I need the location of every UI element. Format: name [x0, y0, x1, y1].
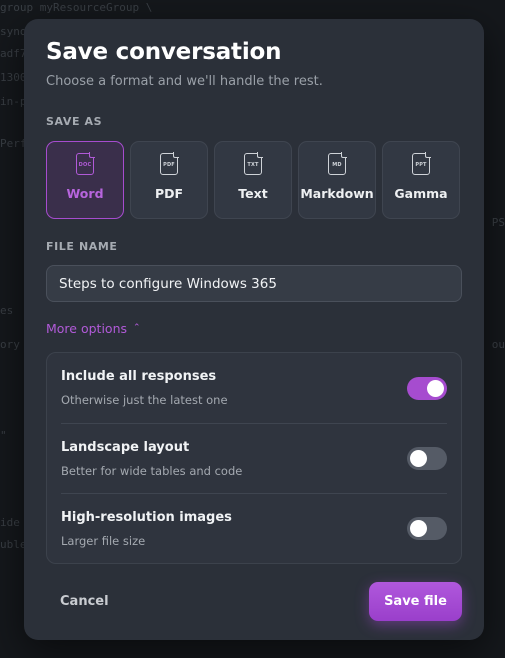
format-option-markdown[interactable]: MD Markdown	[298, 141, 376, 219]
terminal-line: ou	[491, 338, 505, 351]
format-label: Word	[66, 186, 104, 201]
options-panel: Include all responses Otherwise just the…	[46, 352, 462, 564]
option-title: Landscape layout	[61, 439, 190, 455]
document-icon: PPT	[412, 152, 431, 175]
format-option-gamma[interactable]: PPT Gamma	[382, 141, 460, 219]
option-description: Otherwise just the latest one	[61, 393, 228, 407]
terminal-line: es	[0, 304, 14, 317]
document-icon: MD	[328, 152, 347, 175]
dialog-footer: Cancel Save file	[46, 582, 462, 621]
terminal-line: 1300	[0, 71, 27, 84]
terminal-line: ory	[0, 338, 20, 351]
format-label: Gamma	[394, 186, 448, 201]
chevron-up-icon: ⌃	[133, 322, 141, 333]
terminal-line: ide	[0, 516, 20, 529]
format-option-pdf[interactable]: PDF PDF	[130, 141, 208, 219]
more-options-toggle[interactable]: More options ⌃	[46, 321, 141, 336]
cancel-button[interactable]: Cancel	[46, 594, 109, 609]
format-label: Markdown	[300, 186, 374, 201]
document-icon: PDF	[160, 152, 179, 175]
high-resolution-images-toggle[interactable]	[407, 517, 447, 540]
more-options-label: More options	[46, 321, 127, 336]
format-picker: DOC Word PDF PDF TXT Text MD Markdown PP…	[46, 141, 462, 219]
option-description: Larger file size	[61, 533, 146, 548]
landscape-layout-toggle[interactable]	[407, 447, 447, 470]
terminal-line: in-p	[0, 95, 27, 108]
save-file-button[interactable]: Save file	[369, 582, 462, 621]
document-icon: DOC	[76, 152, 95, 175]
terminal-line: syno	[0, 25, 27, 38]
option-title: High-resolution images	[61, 509, 232, 525]
terminal-line: adf7	[0, 47, 27, 60]
document-icon: TXT	[244, 152, 263, 175]
save-as-label: SAVE AS	[46, 115, 103, 128]
option-description: Better for wide tables and code	[61, 463, 243, 478]
terminal-line: "	[0, 429, 7, 442]
terminal-line: Perf	[0, 137, 27, 150]
option-title: Include all responses	[61, 369, 217, 384]
terminal-line: PS	[491, 216, 505, 229]
file-name-label: FILE NAME	[46, 240, 118, 253]
dialog-title: Save conversation	[46, 39, 282, 65]
save-conversation-dialog: Save conversation Choose a format and we…	[24, 19, 484, 640]
option-include-all-responses: Include all responses Otherwise just the…	[61, 353, 447, 423]
include-all-responses-toggle[interactable]	[407, 376, 447, 400]
format-option-text[interactable]: TXT Text	[214, 141, 292, 219]
terminal-line: group myResourceGroup \	[0, 1, 153, 14]
format-label: Text	[238, 186, 268, 201]
format-option-word[interactable]: DOC Word	[46, 141, 124, 219]
option-high-resolution-images: High-resolution images Larger file size	[61, 493, 447, 563]
format-label: PDF	[154, 186, 184, 201]
terminal-line: uble	[0, 538, 27, 551]
option-landscape-layout: Landscape layout Better for wide tables …	[61, 423, 447, 493]
file-name-input[interactable]: Steps to configure Windows 365	[46, 265, 462, 302]
dialog-subtitle: Choose a format and we'll handle the res…	[46, 74, 323, 89]
